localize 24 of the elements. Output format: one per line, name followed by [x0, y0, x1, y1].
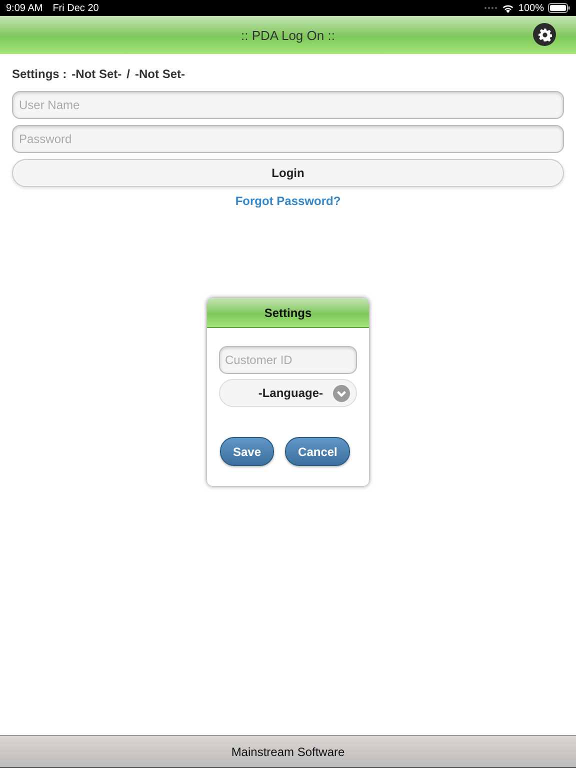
status-date: Fri Dec 20 — [52, 2, 99, 14]
login-button[interactable]: Login — [12, 159, 564, 187]
username-field[interactable]: User Name — [12, 91, 564, 119]
battery-percent: 100% — [518, 2, 544, 14]
settings-button[interactable] — [533, 23, 556, 46]
chevron-down-icon — [333, 384, 350, 402]
forgot-password-link[interactable]: Forgot Password? — [235, 194, 341, 208]
password-field[interactable]: Password — [12, 125, 564, 153]
footer-text: Mainstream Software — [231, 744, 345, 758]
status-time: 9:09 AM — [6, 2, 43, 14]
language-dropdown[interactable]: -Language- — [219, 379, 357, 407]
cancel-button[interactable]: Cancel — [285, 437, 350, 466]
customer-value: -Not Set- — [72, 67, 122, 81]
customer-id-field[interactable]: Customer ID — [219, 346, 357, 374]
signal-icon — [484, 6, 498, 10]
settings-icon — [538, 28, 552, 42]
page-title: :: PDA Log On :: — [241, 28, 335, 42]
settings-label: Settings : — [12, 67, 67, 81]
dialog-title: Settings — [207, 298, 369, 328]
language-value: -Not Set- — [135, 67, 186, 81]
save-button[interactable]: Save — [220, 437, 274, 466]
separator-text: / — [126, 67, 130, 81]
wifi-icon — [502, 4, 514, 12]
battery-icon — [548, 3, 570, 13]
